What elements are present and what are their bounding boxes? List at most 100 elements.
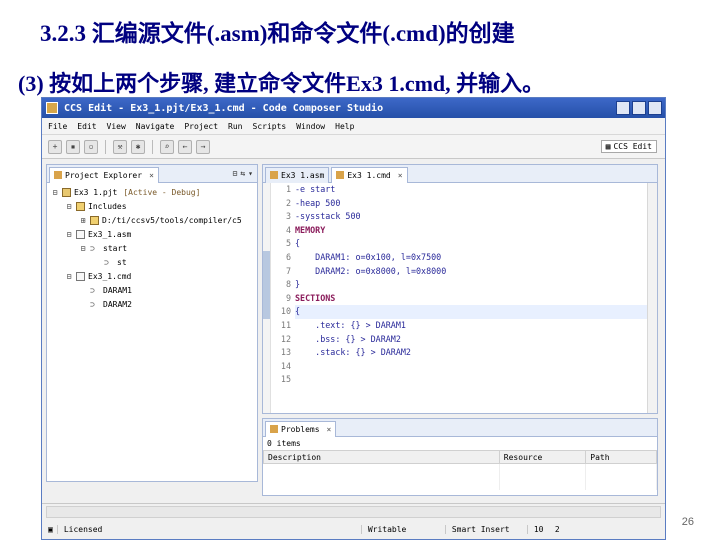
slide-subtitle: (3) 按如上两个步骤, 建立命令文件Ex3 1.cmd, 并输入。 (18, 71, 545, 96)
code-area[interactable]: -e start -heap 500 -sysstack 500 MEMORY{ DA… (291, 183, 647, 413)
menu-window[interactable]: Window (296, 122, 325, 131)
tree-item[interactable]: ⊃ DARAM1 (47, 283, 257, 297)
ruler-mark (263, 278, 270, 292)
tree-item-label: Ex3_1.cmd (88, 271, 132, 281)
link-editor-icon[interactable]: ⇆ (240, 169, 245, 178)
menu-run[interactable]: Run (228, 122, 242, 131)
perspective-switcher[interactable]: ▦ CCS Edit (600, 140, 657, 153)
tree-toggle-icon[interactable]: ⊟ (65, 202, 73, 211)
section-icon: ⊃ (90, 299, 95, 309)
menubar: File Edit View Navigate Project Run Scri… (42, 118, 665, 135)
code-line[interactable]: DARAM2: o=0x8000, l=0x8000 (295, 265, 647, 279)
search-icon[interactable]: ⌕ (160, 139, 174, 154)
line-number-gutter: 1 2 3 4 5 6 7 8 9 10 11 12 13 14 15 (271, 183, 291, 413)
code-line[interactable]: DARAM1: o=0x100, l=0x7500 (295, 251, 647, 265)
save-all-icon[interactable]: ▫ (84, 139, 98, 154)
code-line[interactable]: { (295, 237, 647, 251)
tree-item[interactable]: ⊟ Includes (47, 199, 257, 213)
tree-item[interactable]: ⊞ D:/ti/ccsv5/tools/compiler/c5 (47, 213, 257, 227)
file-icon (76, 229, 85, 239)
toolbar-separator (105, 139, 106, 154)
new-icon[interactable]: + (48, 139, 62, 154)
build-icon[interactable]: ⚒ (113, 139, 127, 154)
tab-label: Project Explorer (65, 170, 143, 180)
tab-problems[interactable]: Problems × (265, 420, 337, 437)
tab-ex3-1-asm[interactable]: Ex3 1.asm (265, 166, 330, 183)
window-titlebar[interactable]: CCS Edit - Ex3_1.pjt/Ex3_1.cmd - Code Co… (42, 98, 665, 118)
tree-item[interactable]: ⊟ Ex3_1.asm (47, 227, 257, 241)
tab-label: Ex3 1.cmd (347, 170, 391, 180)
tree-toggle-icon[interactable]: ⊟ (65, 272, 73, 281)
close-icon[interactable]: × (149, 171, 154, 180)
fast-view-icon[interactable]: ▣ (48, 525, 53, 534)
tree-item[interactable]: ⊟ Ex3 1.pjt [Active - Debug] (47, 185, 257, 199)
menu-help[interactable]: Help (335, 122, 354, 131)
menu-scripts[interactable]: Scripts (253, 122, 287, 131)
maximize-button[interactable] (632, 101, 646, 115)
tree-toggle-icon[interactable]: ⊟ (79, 244, 87, 253)
column-path[interactable]: Path (585, 450, 657, 464)
editor-tabbar: Ex3 1.asm Ex3 1.cmd × (263, 165, 657, 183)
menu-navigate[interactable]: Navigate (136, 122, 175, 131)
menu-view[interactable]: View (107, 122, 126, 131)
insert-mode-status: Smart Insert (444, 524, 523, 534)
tree-item[interactable]: ⊃ st (47, 255, 257, 269)
code-line[interactable]: SECTIONS (295, 292, 647, 306)
line-number: 13 (280, 347, 291, 358)
tab-project-explorer[interactable]: Project Explorer × (49, 166, 159, 183)
collapse-all-icon[interactable]: ⊟ (233, 169, 238, 178)
code-line[interactable]: -sysstack 500 (295, 210, 647, 224)
tree-toggle-icon[interactable]: ⊟ (51, 188, 59, 197)
folder-icon (90, 215, 99, 225)
problems-tabbar: Problems × (263, 419, 657, 437)
tree-item[interactable]: ⊟ Ex3_1.cmd (47, 269, 257, 283)
close-button[interactable] (648, 101, 662, 115)
tree-item-status: [Active - Debug] (123, 187, 201, 197)
folder-icon (76, 201, 85, 211)
horizontal-scrollbar[interactable] (46, 506, 661, 518)
window-title: CCS Edit - Ex3_1.pjt/Ex3_1.cmd - Code Co… (64, 102, 384, 114)
code-line[interactable]: .stack: {} > DARAM2 (295, 346, 647, 360)
column-description[interactable]: Description (263, 450, 500, 464)
code-line[interactable]: { (295, 305, 647, 319)
code-line[interactable]: .bss: {} > DARAM2 (295, 333, 647, 347)
code-line[interactable]: -e start (295, 183, 647, 197)
view-menu-icon[interactable]: ▾ (248, 169, 253, 178)
license-status: Licensed (56, 524, 357, 534)
ruler-mark (263, 360, 270, 374)
code-line[interactable]: -heap 500 (295, 197, 647, 211)
project-icon (62, 187, 71, 197)
back-icon[interactable]: ← (178, 139, 192, 154)
code-line[interactable]: .text: {} > DARAM1 (295, 319, 647, 333)
vertical-scrollbar[interactable] (647, 183, 657, 413)
tab-ex3-1-cmd[interactable]: Ex3 1.cmd × (331, 166, 408, 183)
save-icon[interactable]: ▪ (66, 139, 80, 154)
ruler-mark (263, 210, 270, 224)
tree-toggle-icon[interactable]: ⊞ (79, 216, 87, 225)
close-icon[interactable]: × (327, 425, 332, 434)
editor-body[interactable]: 1 2 3 4 5 6 7 8 9 10 11 12 13 14 15 -e start -heap 500-… (263, 183, 657, 413)
line-number: 2 (285, 197, 291, 208)
tree-toggle-icon[interactable]: ⊟ (65, 230, 73, 239)
column-resource[interactable]: Resource (498, 450, 587, 464)
menu-file[interactable]: File (48, 122, 67, 131)
line-number: 1 (285, 184, 291, 194)
code-line[interactable]: } (295, 278, 647, 292)
ruler-mark (263, 291, 270, 306)
code-line[interactable] (295, 360, 647, 374)
line-number: 6 (285, 251, 291, 262)
tree-item[interactable]: ⊟ ⊃ start (47, 241, 257, 255)
menu-project[interactable]: Project (184, 122, 218, 131)
line-number: 11 (280, 319, 291, 330)
forward-icon[interactable]: → (196, 139, 210, 154)
writable-status: Writable (360, 524, 441, 534)
debug-icon[interactable]: ✱ (131, 139, 145, 154)
tree-item-label: Ex3 1.pjt (74, 187, 118, 197)
status-bar: ▣ Licensed Writable Smart Insert 10 2 (42, 503, 665, 539)
code-line[interactable] (295, 373, 647, 387)
tree-item[interactable]: ⊃ DARAM2 (47, 297, 257, 311)
minimize-button[interactable] (616, 101, 630, 115)
code-line[interactable]: MEMORY (295, 224, 647, 238)
menu-edit[interactable]: Edit (77, 122, 96, 131)
close-icon[interactable]: × (398, 171, 403, 180)
